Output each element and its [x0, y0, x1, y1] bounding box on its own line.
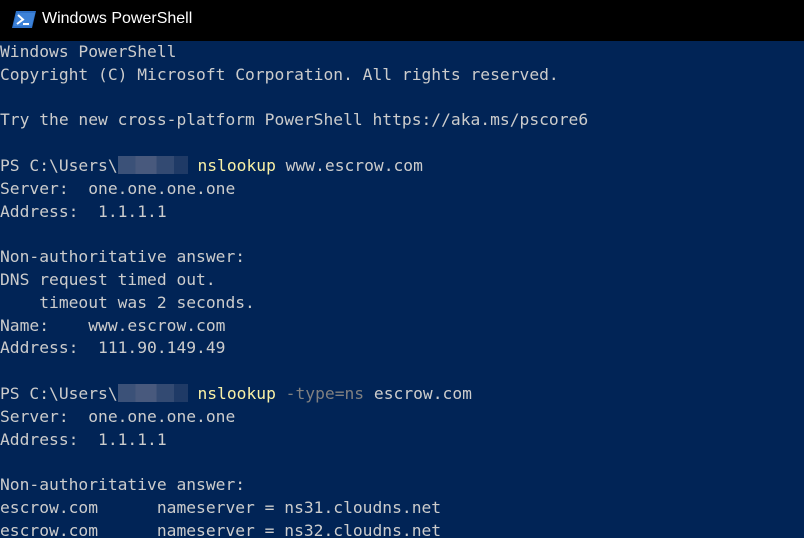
command-argument: escrow.com: [364, 384, 472, 403]
redacted-username: [117, 384, 188, 402]
output-line: Address: 1.1.1.1: [0, 429, 167, 449]
command-argument: www.escrow.com: [275, 156, 423, 175]
output-line: Windows PowerShell: [0, 42, 177, 61]
output-line: Address: 111.90.149.49: [0, 338, 226, 358]
output-line: Address: 1.1.1.1: [0, 201, 167, 221]
output-line: timeout was 2 seconds.: [0, 292, 255, 312]
output-line: Name: www.escrow.com: [0, 315, 226, 335]
command-name: nslookup: [197, 156, 276, 175]
output-line: escrow.com nameserver = ns32.cloudns.net: [0, 520, 442, 538]
output-line: Server: one.one.one.one: [0, 406, 236, 426]
title-bar[interactable]: Windows PowerShell: [0, 0, 804, 41]
prompt-line: PS C:\Users\ nslookup www.escrow.com: [0, 155, 423, 178]
prompt-line: PS C:\Users\ nslookup -type=ns escrow.co…: [0, 383, 472, 406]
prompt-path: PS C:\Users\: [0, 384, 118, 403]
output-line: Non-authoritative answer:: [0, 247, 246, 267]
output-line: DNS request timed out.: [0, 270, 216, 289]
output-line: escrow.com nameserver = ns31.cloudns.net: [0, 498, 442, 517]
output-line: Try the new cross-platform PowerShell ht…: [0, 110, 589, 130]
output-line: Copyright (C) Microsoft Corporation. All…: [0, 64, 559, 84]
console-output[interactable]: Windows PowerShell Copyright (C) Microsof…: [0, 41, 804, 538]
window-title: Windows PowerShell: [42, 10, 193, 27]
command-name: nslookup: [197, 384, 276, 403]
output-line: Server: one.one.one.one: [0, 178, 236, 198]
powershell-icon: [12, 11, 36, 28]
output-line: Non-authoritative answer:: [0, 475, 246, 495]
command-parameter: -type=ns: [275, 384, 365, 403]
prompt-path: PS C:\Users\: [0, 156, 118, 175]
redacted-username: [117, 156, 188, 174]
